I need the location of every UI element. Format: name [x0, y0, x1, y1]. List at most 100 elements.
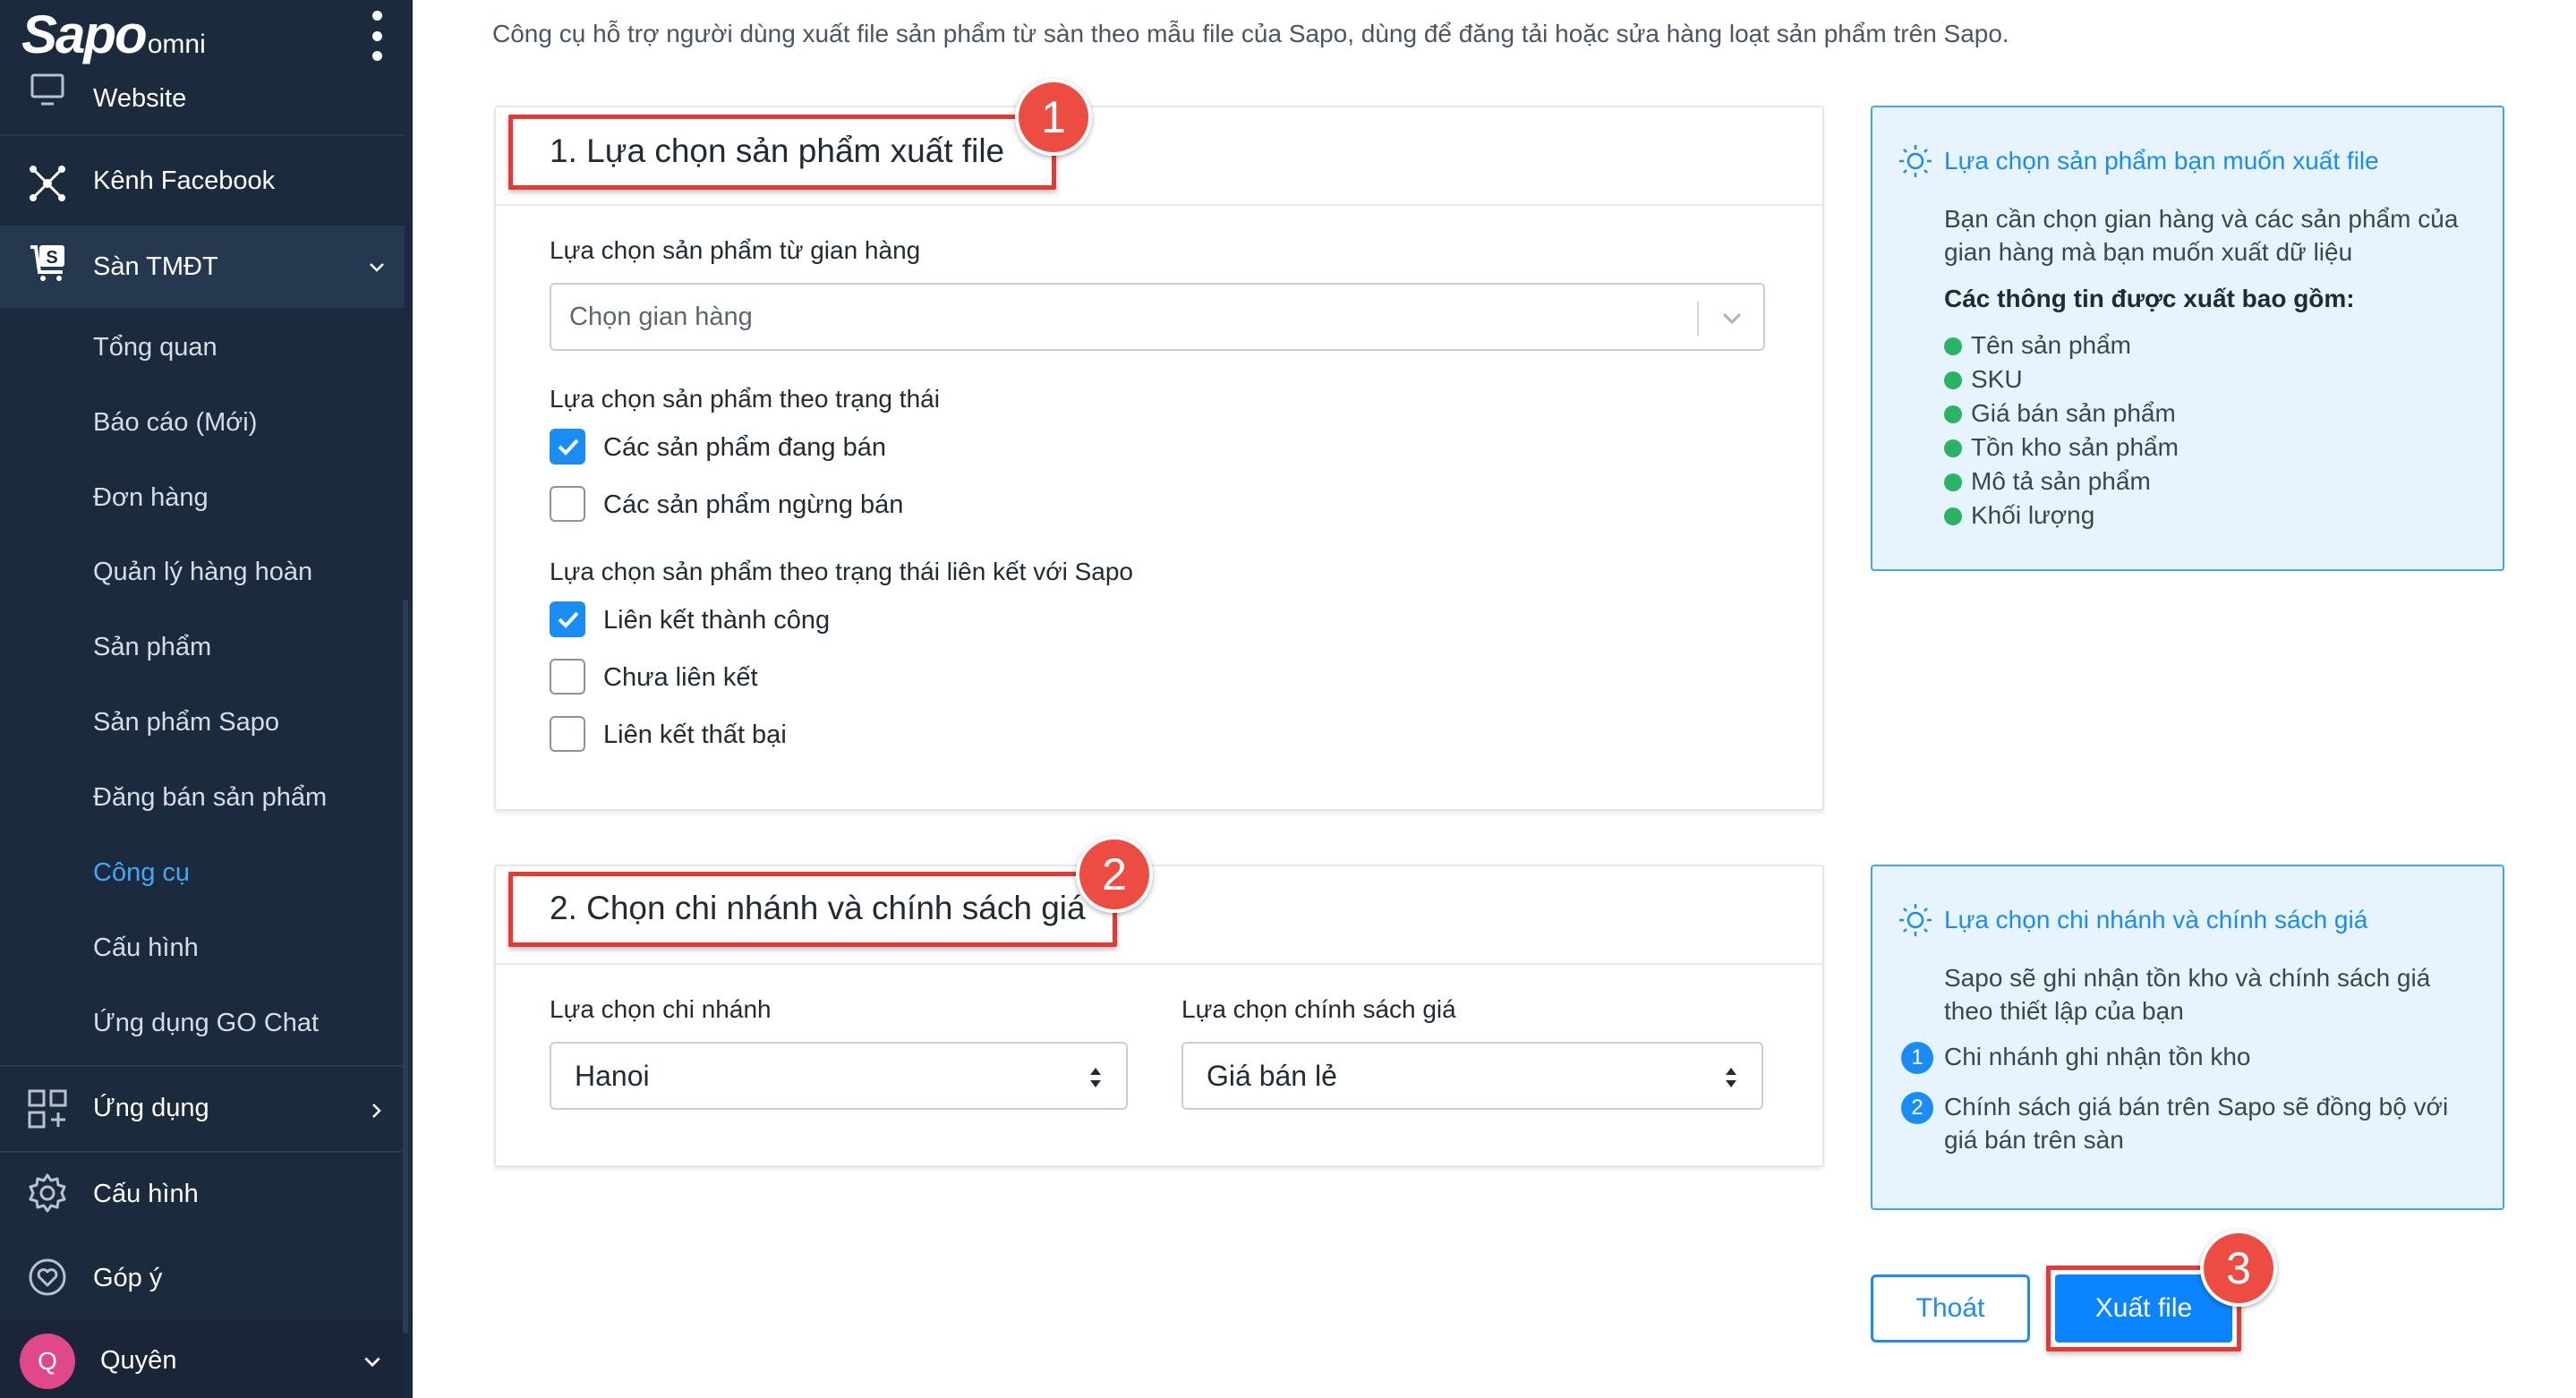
sidebar-subitem-sapo-products[interactable]: Sản phẩm Sapo — [93, 708, 279, 737]
link-status-label: Lựa chọn sản phẩm theo trạng thái liên k… — [550, 558, 1133, 585]
lightbulb-icon — [1899, 145, 1932, 177]
sidebar-subitem-config[interactable]: Cấu hình — [93, 933, 199, 963]
chevron-down-icon — [1722, 312, 1742, 325]
sidebar-subitem-products[interactable]: Sản phẩm — [93, 633, 211, 662]
info1-list-item: Tồn kho sản phẩm — [1971, 433, 2179, 461]
checkbox-selling-label: Các sản phẩm đang bán — [603, 433, 886, 462]
checkbox-linked-success-label: Liên kết thành công — [603, 606, 831, 635]
checkmark-icon — [558, 611, 579, 628]
more-menu-icon[interactable] — [365, 11, 388, 61]
exit-button[interactable]: Thoát — [1871, 1274, 2030, 1343]
sidebar-subitem-tools[interactable]: Công cụ — [93, 858, 190, 888]
avatar[interactable]: Q — [20, 1334, 75, 1389]
card-header-divider — [496, 204, 1822, 206]
apps-grid-icon — [28, 1089, 67, 1129]
checkbox-stopped-label: Các sản phẩm ngừng bán — [603, 490, 904, 519]
info1-bold: Các thông tin được xuất bao gồm: — [1944, 285, 2355, 312]
checkmark-icon — [558, 439, 579, 456]
sidebar-item-label: Góp ý — [93, 1264, 163, 1292]
checkbox-link-failed-label: Liên kết thất bại — [603, 720, 787, 749]
info1-list-item: Giá bán sản phẩm — [1971, 399, 2176, 427]
checkbox-linked-success[interactable] — [550, 601, 585, 637]
page-intro-text: Công cụ hỗ trợ người dùng xuất file sản … — [492, 20, 2009, 47]
price-policy-value: Giá bán lẻ — [1207, 1060, 1337, 1092]
lightbulb-icon — [1899, 904, 1932, 936]
select-separator — [1697, 301, 1699, 337]
svg-text:S: S — [46, 248, 57, 268]
sidebar-scrollbar[interactable] — [403, 600, 408, 1334]
check-circle-icon — [1944, 507, 1962, 525]
sidebar-subitem-gochat[interactable]: Ứng dụng GO Chat — [93, 1009, 319, 1038]
check-circle-icon — [1944, 337, 1962, 355]
step-badge-1: 1 — [1015, 79, 1092, 156]
info1-list-item: SKU — [1971, 365, 2023, 393]
shop-s-icon: S — [30, 245, 64, 281]
sidebar-subitem-orders[interactable]: Đơn hàng — [93, 483, 209, 513]
checkbox-not-linked-label: Chưa liên kết — [603, 663, 758, 692]
heart-chat-icon — [29, 1258, 66, 1296]
sidebar-subitem-returns[interactable]: Quản lý hàng hoàn — [93, 558, 312, 587]
checkbox-selling[interactable] — [550, 429, 585, 465]
sidebar-item-apps[interactable]: Ứng dụng — [0, 1067, 405, 1153]
numbered-circle-icon: 1 — [1901, 1042, 1933, 1074]
checkbox-not-linked[interactable] — [550, 659, 585, 695]
price-policy-select[interactable]: Giá bán lẻ — [1181, 1042, 1763, 1110]
check-circle-icon — [1944, 371, 1962, 389]
status-filter-label: Lựa chọn sản phẩm theo trạng thái — [550, 385, 940, 413]
branch-label: Lựa chọn chi nhánh — [550, 995, 772, 1023]
branch-select[interactable]: Hanoi — [550, 1042, 1128, 1110]
numbered-circle-icon: 2 — [1901, 1092, 1933, 1124]
store-select-placeholder: Chọn gian hàng — [569, 303, 753, 331]
price-policy-label: Lựa chọn chính sách giá — [1181, 995, 1456, 1023]
check-circle-icon — [1944, 473, 1962, 491]
info1-list-item: Khối lượng — [1971, 501, 2095, 529]
logo-sub-text: omni — [147, 30, 206, 59]
info2-text: Sapo sẽ ghi nhận tồn kho và chính sách g… — [1944, 964, 2431, 1025]
sidebar-subitem-list-products[interactable]: Đăng bán sản phẩm — [93, 783, 327, 813]
info2-point: Chi nhánh ghi nhận tồn kho — [1944, 1043, 2251, 1070]
updown-arrows-icon — [1726, 1068, 1736, 1087]
step-badge-2: 2 — [1076, 836, 1153, 913]
card-header-divider — [496, 963, 1822, 965]
section2-title: 2. Chọn chi nhánh và chính sách giá — [550, 890, 1086, 926]
info1-text: Bạn cần chọn gian hàng và các sản phẩm c… — [1944, 205, 2459, 266]
store-select-label: Lựa chọn sản phẩm từ gian hàng — [550, 236, 921, 264]
sidebar: Sapo omni Website Kênh Facebook S Sàn TM… — [0, 0, 413, 1398]
sidebar-subitem-overview[interactable]: Tổng quan — [93, 333, 218, 362]
sidebar-item-settings[interactable]: Cấu hình — [0, 1153, 405, 1235]
chevron-down-icon — [370, 263, 384, 272]
sidebar-divider — [0, 134, 405, 136]
monitor-icon — [30, 73, 64, 106]
check-circle-icon — [1944, 439, 1962, 457]
checkbox-stopped[interactable] — [550, 486, 585, 522]
info-panel-products — [1871, 106, 2504, 571]
info1-title: Lựa chọn sản phẩm bạn muốn xuất file — [1944, 147, 2379, 175]
sidebar-item-label: Sàn TMĐT — [93, 252, 218, 281]
logo-main-text: Sapo — [21, 4, 148, 64]
sidebar-item-marketplace[interactable]: S Sàn TMĐT — [0, 226, 405, 308]
info2-title: Lựa chọn chi nhánh và chính sách giá — [1944, 906, 2368, 933]
info1-list-item: Mô tả sản phẩm — [1971, 467, 2151, 495]
chevron-down-icon[interactable] — [362, 1351, 383, 1373]
branch-select-value: Hanoi — [575, 1060, 650, 1092]
checkbox-link-failed[interactable] — [550, 716, 585, 752]
gear-icon — [29, 1173, 66, 1213]
sapo-logo[interactable]: Sapo omni — [21, 4, 206, 65]
logo-bar: Sapo omni — [0, 0, 413, 70]
info2-point: Chính sách giá bán trên Sapo sẽ đồng bộ … — [1944, 1093, 2449, 1154]
sidebar-item-feedback[interactable]: Góp ý — [0, 1239, 405, 1319]
sidebar-item-label: Kênh Facebook — [93, 166, 276, 195]
sidebar-subitem-reports[interactable]: Báo cáo (Mới) — [93, 408, 257, 438]
step-badge-3: 3 — [2200, 1230, 2277, 1307]
sidebar-item-facebook[interactable]: Kênh Facebook — [0, 143, 405, 224]
chevron-right-icon — [372, 1104, 381, 1118]
check-circle-icon — [1944, 405, 1962, 423]
sidebar-item-label: Cấu hình — [93, 1180, 199, 1208]
sidebar-item-label: Ứng dụng — [93, 1094, 209, 1122]
updown-arrows-icon — [1090, 1068, 1101, 1087]
store-select[interactable]: Chọn gian hàng — [550, 283, 1765, 351]
sidebar-item-website[interactable]: Website — [0, 73, 405, 127]
sidebar-item-label: Website — [93, 84, 187, 113]
user-name[interactable]: Quyên — [100, 1346, 176, 1376]
info1-list-item: Tên sản phẩm — [1971, 331, 2131, 359]
